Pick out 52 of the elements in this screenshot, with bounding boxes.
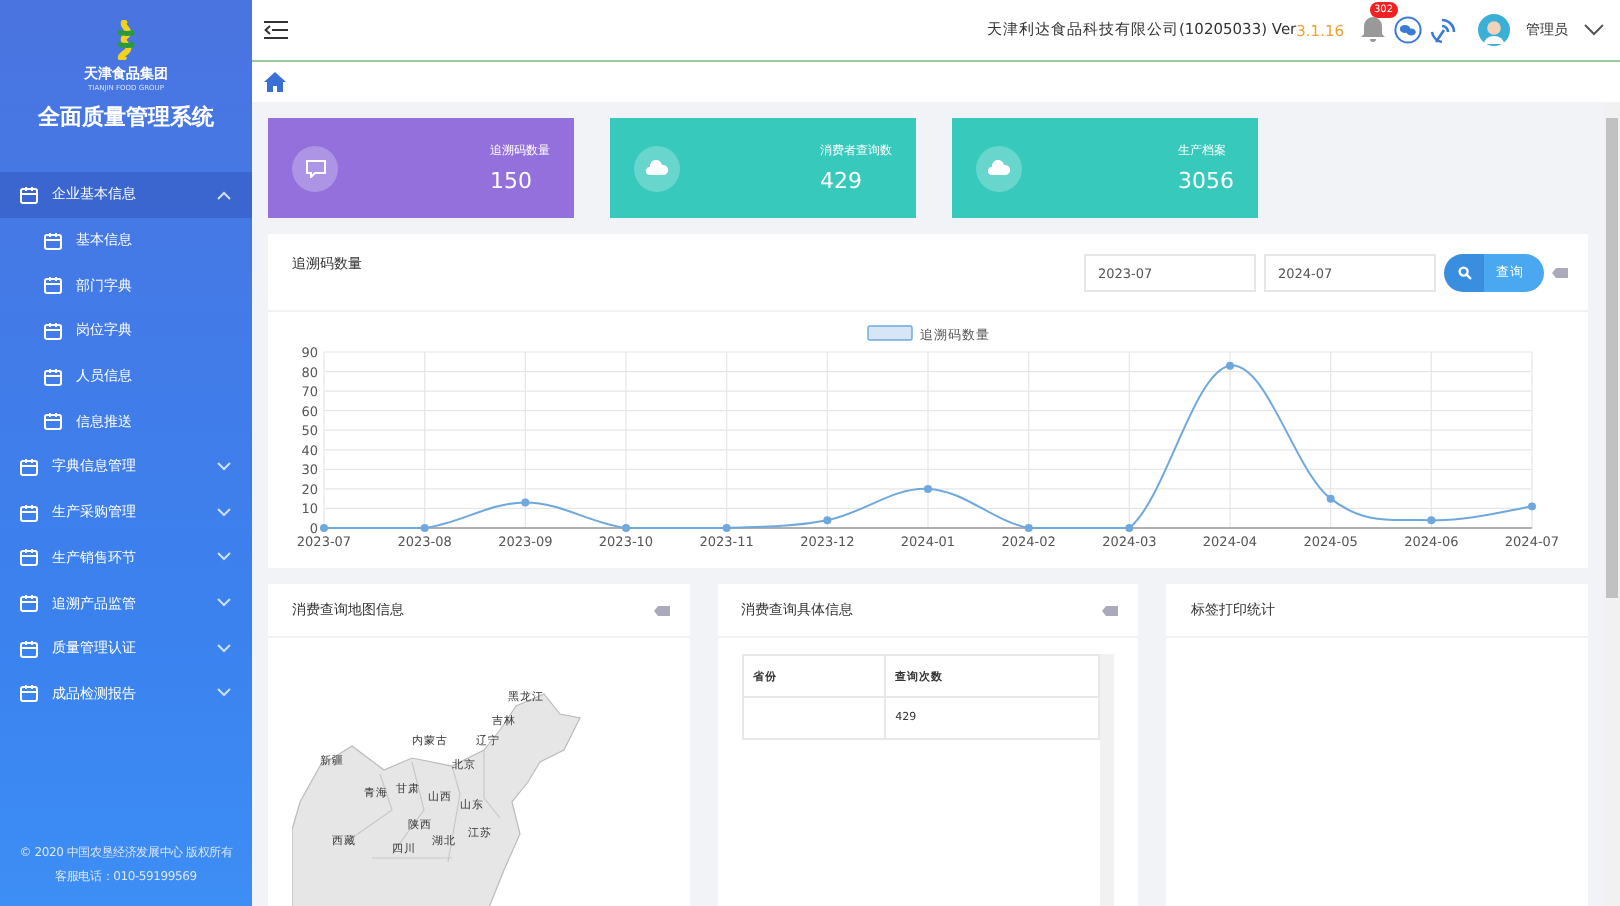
eraser-icon[interactable] xyxy=(653,605,670,615)
data-point[interactable] xyxy=(320,524,328,532)
calendar-icon xyxy=(44,276,62,295)
chat-icon[interactable] xyxy=(1394,16,1422,44)
cloud-icon xyxy=(988,160,1010,176)
calendar-icon xyxy=(20,185,38,204)
data-point[interactable] xyxy=(420,524,429,532)
stat-value: 150 xyxy=(490,168,532,194)
data-point[interactable] xyxy=(1024,524,1033,532)
calendar-icon xyxy=(20,548,38,567)
calendar-icon xyxy=(44,321,62,340)
logo-icon xyxy=(112,20,140,60)
data-point[interactable] xyxy=(1528,502,1536,511)
menu-icon[interactable] xyxy=(264,20,288,40)
calendar-icon xyxy=(20,684,38,703)
chevron-icon xyxy=(216,688,232,699)
calendar-icon xyxy=(44,367,62,386)
chevron-icon xyxy=(216,598,232,609)
scrollbar[interactable] xyxy=(1604,102,1620,906)
home-icon[interactable] xyxy=(264,72,286,92)
chevron-icon[interactable] xyxy=(1584,24,1604,36)
calendar-icon xyxy=(20,503,38,522)
search-icon xyxy=(1458,266,1472,280)
chevron-icon xyxy=(216,507,232,518)
data-point[interactable] xyxy=(823,516,832,525)
eraser-icon[interactable] xyxy=(1552,268,1568,278)
eraser-icon[interactable] xyxy=(1102,605,1119,615)
calendar-icon xyxy=(44,412,62,431)
system-title: 全面质量管理系统 xyxy=(38,102,214,132)
calendar-icon xyxy=(20,594,38,613)
calendar-icon xyxy=(20,457,38,476)
data-point[interactable] xyxy=(1326,494,1335,503)
cloud-icon xyxy=(646,160,668,176)
calendar-icon xyxy=(44,231,62,250)
chevron-icon xyxy=(216,461,232,472)
calendar-icon xyxy=(20,639,38,658)
stat-value: 429 xyxy=(820,168,862,194)
chevron-icon xyxy=(216,552,232,563)
data-point[interactable] xyxy=(1125,524,1134,532)
stat-value: 3056 xyxy=(1178,168,1234,194)
data-point[interactable] xyxy=(521,498,530,507)
data-point[interactable] xyxy=(622,524,630,532)
avatar-icon[interactable] xyxy=(1478,14,1510,46)
data-point[interactable] xyxy=(924,484,932,493)
data-point[interactable] xyxy=(1427,516,1436,525)
chat-icon xyxy=(305,159,325,177)
notification-bell-icon[interactable] xyxy=(1360,13,1386,41)
data-point[interactable] xyxy=(1226,361,1234,370)
chevron-icon xyxy=(216,189,232,200)
signal-icon[interactable] xyxy=(1430,16,1458,44)
chevron-icon xyxy=(216,643,232,654)
data-point[interactable] xyxy=(722,524,731,532)
